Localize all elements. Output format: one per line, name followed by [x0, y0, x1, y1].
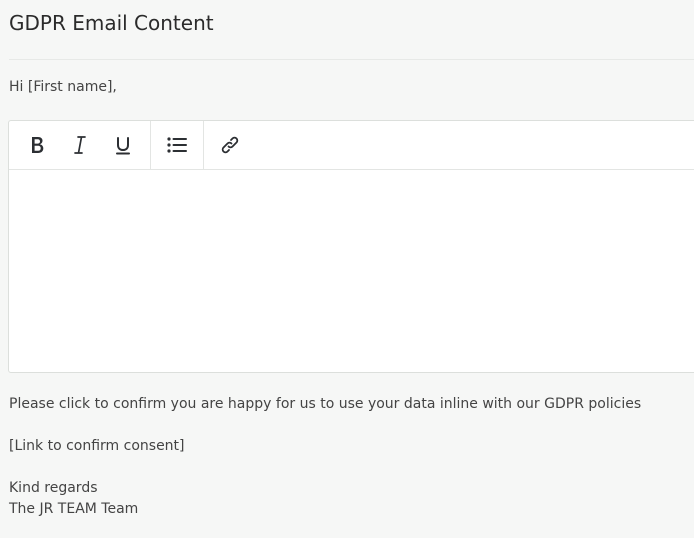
page-title: GDPR Email Content	[9, 11, 214, 35]
bold-button[interactable]	[15, 125, 58, 165]
title-divider	[9, 59, 694, 60]
editor-toolbar	[9, 121, 694, 170]
editor-content-area[interactable]	[9, 170, 694, 372]
toolbar-group-formatting	[9, 121, 151, 169]
email-body-text: Please click to confirm you are happy fo…	[9, 396, 642, 412]
rich-text-editor	[8, 120, 694, 373]
list-icon	[167, 137, 187, 153]
italic-icon	[73, 136, 86, 154]
link-button[interactable]	[210, 125, 250, 165]
bulleted-list-button[interactable]	[157, 125, 197, 165]
toolbar-group-insert	[204, 121, 256, 169]
italic-button[interactable]	[58, 125, 101, 165]
email-signature: The JR TEAM Team	[9, 501, 139, 517]
link-icon	[221, 136, 239, 154]
underline-button[interactable]	[101, 125, 144, 165]
underline-icon	[115, 137, 130, 155]
bold-icon	[31, 137, 43, 153]
email-signoff: Kind regards	[9, 480, 98, 496]
toolbar-group-lists	[151, 121, 204, 169]
consent-link-placeholder: [Link to confirm consent]	[9, 438, 185, 454]
email-greeting: Hi [First name],	[9, 79, 117, 95]
